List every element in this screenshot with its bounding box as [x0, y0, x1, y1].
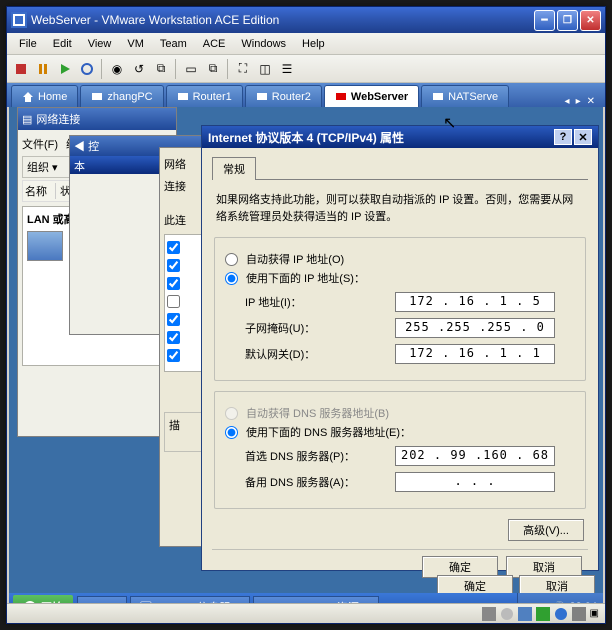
- radio-manual-dns[interactable]: [225, 426, 238, 439]
- revert-icon[interactable]: ↺: [129, 59, 149, 79]
- device-sound-icon[interactable]: [554, 607, 568, 621]
- radio-manual-ip-label: 使用下面的 IP 地址(S)：: [246, 270, 365, 286]
- unity-icon[interactable]: ◫: [255, 59, 275, 79]
- device-network-icon[interactable]: [536, 607, 550, 621]
- label-dns1: 首选 DNS 服务器(P)：: [245, 448, 395, 464]
- show-console-icon[interactable]: ▭: [181, 59, 201, 79]
- toolbar: ◉ ↺ ⧉ ▭ ⧉ ⛶ ◫ ☰: [7, 55, 605, 83]
- label-mask: 子网掩码(U)：: [245, 320, 395, 336]
- grab-indicator-icon: ▣: [590, 608, 599, 619]
- tab-controls: ◂ ▸ ✕: [563, 96, 601, 107]
- radio-auto-dns: [225, 407, 238, 420]
- radio-auto-ip[interactable]: [225, 253, 238, 266]
- menu-ace[interactable]: ACE: [195, 36, 234, 52]
- device-hdd-icon[interactable]: [482, 607, 496, 621]
- vmware-main-window: WebServer - VMware Workstation ACE Editi…: [6, 6, 606, 624]
- radio-auto-ip-label: 自动获得 IP 地址(O): [246, 251, 344, 267]
- pause-icon[interactable]: [33, 59, 53, 79]
- radio-auto-dns-label: 自动获得 DNS 服务器地址(B): [246, 405, 389, 421]
- manage-snapshot-icon[interactable]: ⧉: [151, 59, 171, 79]
- input-alternate-dns[interactable]: . . .: [395, 472, 555, 492]
- input-preferred-dns[interactable]: 202 . 99 .160 . 68: [395, 446, 555, 466]
- fullscreen-icon[interactable]: ⛶: [233, 59, 253, 79]
- vmware-status-bar: ▣: [7, 603, 605, 623]
- play-icon[interactable]: [55, 59, 75, 79]
- window-title: WebServer - VMware Workstation ACE Editi…: [31, 13, 534, 27]
- dialog-close-button[interactable]: ✕: [574, 129, 592, 145]
- tab-general[interactable]: 常规: [212, 157, 256, 180]
- input-subnet-mask[interactable]: 255 .255 .255 . 0: [395, 318, 555, 338]
- menu-team[interactable]: Team: [152, 36, 195, 52]
- reset-icon[interactable]: [77, 59, 97, 79]
- tab-natserve[interactable]: NATServe: [421, 85, 509, 107]
- menu-help[interactable]: Help: [294, 36, 333, 52]
- menubar: File Edit View VM Team ACE Windows Help: [7, 33, 605, 55]
- menu-file[interactable]: File: [11, 36, 45, 52]
- advanced-button[interactable]: 高级(V)...: [508, 519, 584, 541]
- menu-windows[interactable]: Windows: [233, 36, 294, 52]
- monitor-icon: [256, 91, 268, 103]
- guest-desktop: ▤ 网络连接 文件(F) 编辑(E) 组织 ▾ 视图 名称 状态 LAN 或高速…: [9, 107, 603, 621]
- home-icon: [22, 91, 34, 103]
- maximize-button[interactable]: ❐: [557, 10, 578, 31]
- menu-edit[interactable]: Edit: [45, 36, 80, 52]
- close-button[interactable]: ✕: [580, 10, 601, 31]
- midwin-back-icon[interactable]: ◀: [74, 141, 85, 153]
- device-usb-icon[interactable]: [572, 607, 586, 621]
- ipv4-tabstrip: 常规: [212, 156, 588, 180]
- nc-organize[interactable]: 组织 ▾: [27, 159, 58, 175]
- tab-zhangpc[interactable]: zhangPC: [80, 85, 163, 107]
- radio-manual-dns-label: 使用下面的 DNS 服务器地址(E)：: [246, 424, 411, 440]
- vm-tabbar: Home zhangPC Router1 Router2 WebServer N…: [7, 83, 605, 107]
- menu-vm[interactable]: VM: [119, 36, 152, 52]
- label-gateway: 默认网关(D)：: [245, 346, 395, 362]
- ipv4-titlebar: Internet 协议版本 4 (TCP/IPv4) 属性 ? ✕: [202, 126, 598, 148]
- nc-title-text: 网络连接: [36, 111, 80, 127]
- vmware-icon: [11, 12, 27, 28]
- power-off-icon[interactable]: [11, 59, 31, 79]
- titlebar: WebServer - VMware Workstation ACE Editi…: [7, 7, 605, 33]
- monitor-icon: [177, 91, 189, 103]
- quick-switch-icon[interactable]: ⧉: [203, 59, 223, 79]
- tab-close-icon[interactable]: ✕: [585, 96, 597, 107]
- tab-home[interactable]: Home: [11, 85, 78, 107]
- input-default-gateway[interactable]: 172 . 16 . 1 . 1: [395, 344, 555, 364]
- label-dns2: 备用 DNS 服务器(A)：: [245, 474, 395, 490]
- snapshot-icon[interactable]: ◉: [107, 59, 127, 79]
- adapter-icon: [27, 231, 63, 261]
- tab-router1[interactable]: Router1: [166, 85, 243, 107]
- minimize-button[interactable]: ━: [534, 10, 555, 31]
- nc-icon: ▤: [22, 113, 32, 126]
- tab-webserver[interactable]: WebServer: [324, 85, 419, 107]
- tab-scroll-right-icon[interactable]: ▸: [574, 96, 583, 107]
- input-ip-address[interactable]: 172 . 16 . 1 . 5: [395, 292, 555, 312]
- monitor-icon: [432, 91, 444, 103]
- help-button[interactable]: ?: [554, 129, 572, 145]
- device-floppy-icon[interactable]: [518, 607, 532, 621]
- summary-icon[interactable]: ☰: [277, 59, 297, 79]
- tab-scroll-left-icon[interactable]: ◂: [563, 96, 572, 107]
- nc-titlebar: ▤ 网络连接: [18, 108, 176, 130]
- tab-router2[interactable]: Router2: [245, 85, 322, 107]
- nc-col-name: 名称: [25, 183, 47, 199]
- nc-menu-file[interactable]: 文件(F): [22, 136, 58, 152]
- radio-manual-ip[interactable]: [225, 272, 238, 285]
- monitor-icon: [335, 91, 347, 103]
- ipv4-description: 如果网络支持此功能，则可以获取自动指派的 IP 设置。否则，您需要从网络系统管理…: [216, 192, 584, 225]
- ip-group: 自动获得 IP 地址(O) 使用下面的 IP 地址(S)： IP 地址(I)： …: [214, 237, 586, 381]
- monitor-icon: [91, 91, 103, 103]
- dns-group: 自动获得 DNS 服务器地址(B) 使用下面的 DNS 服务器地址(E)： 首选…: [214, 391, 586, 509]
- ipv4-properties-dialog: Internet 协议版本 4 (TCP/IPv4) 属性 ? ✕ 常规 如果网…: [201, 125, 599, 571]
- label-ip: IP 地址(I)：: [245, 294, 395, 310]
- ipv4-title-text: Internet 协议版本 4 (TCP/IPv4) 属性: [208, 129, 404, 146]
- device-cd-icon[interactable]: [500, 607, 514, 621]
- menu-view[interactable]: View: [80, 36, 120, 52]
